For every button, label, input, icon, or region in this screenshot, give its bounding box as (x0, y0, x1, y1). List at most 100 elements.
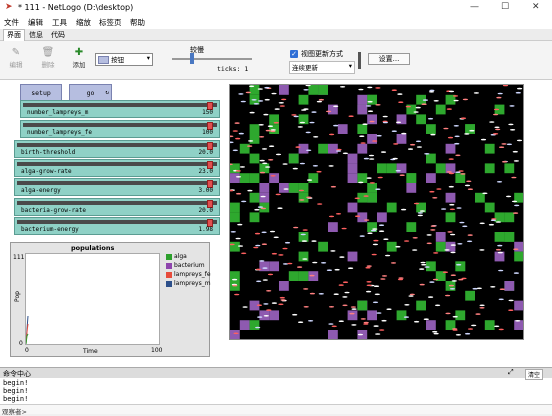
lamprey-turtle (342, 152, 348, 155)
delete-button[interactable]: 🗑 删除 (38, 47, 58, 69)
lamprey-turtle (501, 161, 508, 163)
expand-icon[interactable]: ⤢ (508, 368, 514, 377)
menu-file[interactable]: 文件 (4, 17, 19, 28)
lamprey-turtle (273, 236, 279, 239)
tab-interface[interactable]: 界面 (3, 29, 25, 41)
lamprey-turtle (309, 121, 315, 124)
update-mode-select[interactable]: 连续更新 ▾ (289, 61, 355, 74)
world-patch (465, 124, 475, 134)
lamprey-turtle (255, 268, 261, 271)
speed-slider[interactable] (172, 53, 252, 64)
observer-prompt[interactable]: 观察者> (2, 406, 27, 416)
lamprey-turtle (460, 117, 467, 119)
world-patch (406, 173, 417, 183)
lamprey-turtle (499, 146, 505, 148)
world-patch (288, 271, 299, 281)
lamprey-turtle (264, 98, 270, 101)
slider-bacterium-energy[interactable]: bacterium-energy 1.98 (14, 217, 220, 235)
slider-label: bacterium-energy (21, 226, 79, 233)
menu-help[interactable]: 帮助 (130, 17, 145, 28)
lamprey-turtle (369, 158, 375, 160)
lamprey-turtle (261, 148, 268, 150)
lamprey-turtle (277, 207, 283, 209)
lamprey-turtle (377, 176, 383, 179)
world-patch (288, 153, 299, 164)
lamprey-turtle (263, 113, 269, 116)
lamprey-turtle (338, 284, 344, 286)
lamprey-turtle (237, 245, 244, 247)
populations-plot: populations 111 0 Pop 0 Time 100 alga bac… (10, 242, 211, 357)
lamprey-turtle (462, 225, 468, 228)
slider-number_lampreys_fe[interactable]: number_lampreys_fe 100 (20, 120, 220, 138)
slider-alga-energy[interactable]: alga-energy 3.00 (14, 178, 220, 196)
lamprey-turtle (262, 267, 268, 269)
world-patch (230, 173, 240, 183)
lamprey-turtle (479, 249, 485, 251)
lamprey-turtle (318, 293, 324, 295)
tab-info[interactable]: 信息 (26, 30, 46, 40)
world-patch (504, 281, 515, 291)
lamprey-turtle (359, 135, 365, 137)
menu-edit[interactable]: 编辑 (28, 17, 43, 28)
slider-bacteria-grow-rate[interactable]: bacteria-grow-rate 20.0 (14, 198, 220, 216)
world-patch (396, 310, 407, 321)
lamprey-turtle (329, 133, 335, 136)
plot-title: populations (71, 244, 115, 252)
slider-label: birth-threshold (21, 149, 76, 156)
lamprey-turtle (460, 173, 466, 175)
lamprey-turtle (258, 100, 264, 102)
lamprey-turtle (517, 87, 523, 90)
lamprey-turtle (509, 105, 515, 107)
lamprey-turtle (516, 139, 523, 142)
lamprey-turtle (348, 267, 354, 269)
lamprey-turtle (270, 129, 276, 131)
lamprey-turtle (398, 277, 404, 279)
lamprey-turtle (450, 251, 456, 254)
menu-tools[interactable]: 工具 (52, 17, 67, 28)
command-input-row[interactable]: 观察者> (0, 404, 552, 416)
menu-zoom[interactable]: 缩放 (76, 17, 91, 28)
slider-alga-grow-rate[interactable]: alga-grow-rate 23.0 (14, 159, 220, 177)
add-button[interactable]: ✚ 添加 (69, 47, 89, 69)
lamprey-turtle (511, 200, 518, 203)
speed-slider-thumb[interactable] (190, 53, 194, 64)
world-patch (288, 183, 299, 193)
lamprey-turtle (413, 111, 419, 113)
world-patch (367, 183, 377, 193)
tab-code[interactable]: 代码 (48, 30, 68, 40)
edit-button[interactable]: ✎ 编辑 (6, 47, 26, 69)
lamprey-turtle (427, 117, 434, 120)
legend-label: lampreys_fe (174, 271, 211, 278)
lamprey-turtle (417, 212, 423, 214)
lamprey-turtle (450, 274, 456, 276)
settings-button[interactable]: 设置... (368, 53, 410, 65)
lamprey-turtle (397, 278, 404, 281)
lamprey-turtle (430, 133, 436, 136)
slider-track (17, 162, 217, 166)
world-patch (318, 143, 328, 154)
lamprey-turtle (339, 256, 345, 258)
view-updates-checkbox[interactable]: ✓ (290, 50, 298, 58)
lamprey-turtle (383, 238, 389, 240)
legend-swatch (166, 271, 172, 278)
menu-tabs[interactable]: 标签页 (99, 17, 122, 28)
lamprey-turtle (490, 286, 496, 288)
minimize-button[interactable]: — (470, 2, 479, 12)
lamprey-turtle (367, 232, 373, 234)
widget-type-select[interactable]: 按钮 ▾ (95, 53, 153, 66)
lamprey-turtle (366, 290, 372, 293)
world-patch (328, 330, 338, 340)
lamprey-turtle (301, 240, 307, 242)
lamprey-turtle (351, 324, 357, 326)
lamprey-turtle (380, 278, 386, 280)
world-view[interactable] (227, 84, 524, 340)
slider-track (23, 103, 217, 107)
maximize-button[interactable]: ☐ (501, 2, 509, 12)
slider-number_lampreys_m[interactable]: number_lampreys_m 150 (20, 100, 220, 118)
lamprey-turtle (415, 140, 422, 143)
close-button[interactable]: ✕ (532, 2, 540, 12)
lamprey-turtle (235, 137, 241, 140)
world-patch (347, 251, 358, 262)
lamprey-turtle (349, 312, 355, 315)
slider-birth-threshold[interactable]: birth-threshold 20.0 (14, 140, 220, 158)
